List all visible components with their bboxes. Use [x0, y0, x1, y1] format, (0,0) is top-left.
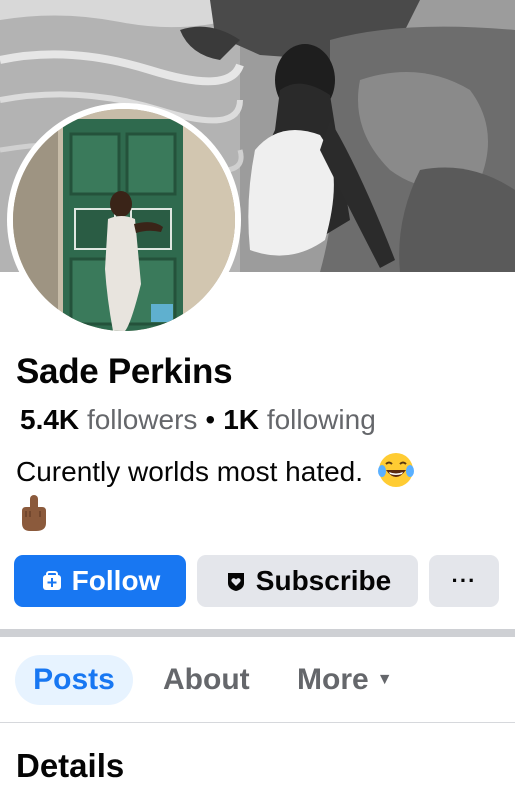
- more-options-button[interactable]: ···: [429, 555, 499, 607]
- caret-down-icon: ▼: [376, 671, 393, 688]
- following-label: following: [266, 404, 376, 435]
- subscribe-button-label: Subscribe: [255, 565, 392, 596]
- followers-label: followers: [86, 404, 198, 435]
- section-divider: [0, 629, 515, 637]
- profile-picture-image: [13, 109, 235, 331]
- profile-picture[interactable]: [13, 109, 235, 331]
- subscribe-button[interactable]: Subscribe: [197, 555, 418, 607]
- following-link[interactable]: 1K following: [223, 404, 376, 435]
- tab-about-label: About: [163, 663, 250, 696]
- follow-stats: 5.4K followers • 1K following: [20, 404, 376, 436]
- tab-posts-label: Posts: [33, 663, 115, 696]
- tab-more-label: More: [297, 663, 369, 696]
- stats-separator: •: [205, 404, 216, 435]
- tab-about[interactable]: About: [163, 655, 250, 705]
- add-friend-icon: [42, 571, 61, 590]
- followers-link[interactable]: 5.4K followers: [20, 404, 197, 435]
- tabs-divider: [0, 722, 515, 723]
- following-count: 1K: [223, 404, 260, 435]
- profile-name: Sade Perkins: [16, 352, 233, 391]
- laughing-emoji-icon: [377, 453, 414, 487]
- details-heading: Details: [16, 747, 125, 784]
- followers-count: 5.4K: [20, 404, 80, 435]
- heart-badge-icon: [227, 573, 244, 591]
- more-options-label: ···: [451, 568, 477, 593]
- tab-posts[interactable]: Posts: [15, 655, 133, 705]
- bio-text: Curently worlds most hated.: [16, 456, 364, 487]
- tab-more[interactable]: More ▼: [297, 655, 393, 705]
- follow-button[interactable]: Follow: [14, 555, 186, 607]
- follow-button-label: Follow: [71, 565, 161, 596]
- profile-bio: Curently worlds most hated.: [16, 451, 506, 533]
- middle-finger-emoji-icon: [22, 495, 46, 531]
- profile-picture-frame[interactable]: [7, 103, 241, 337]
